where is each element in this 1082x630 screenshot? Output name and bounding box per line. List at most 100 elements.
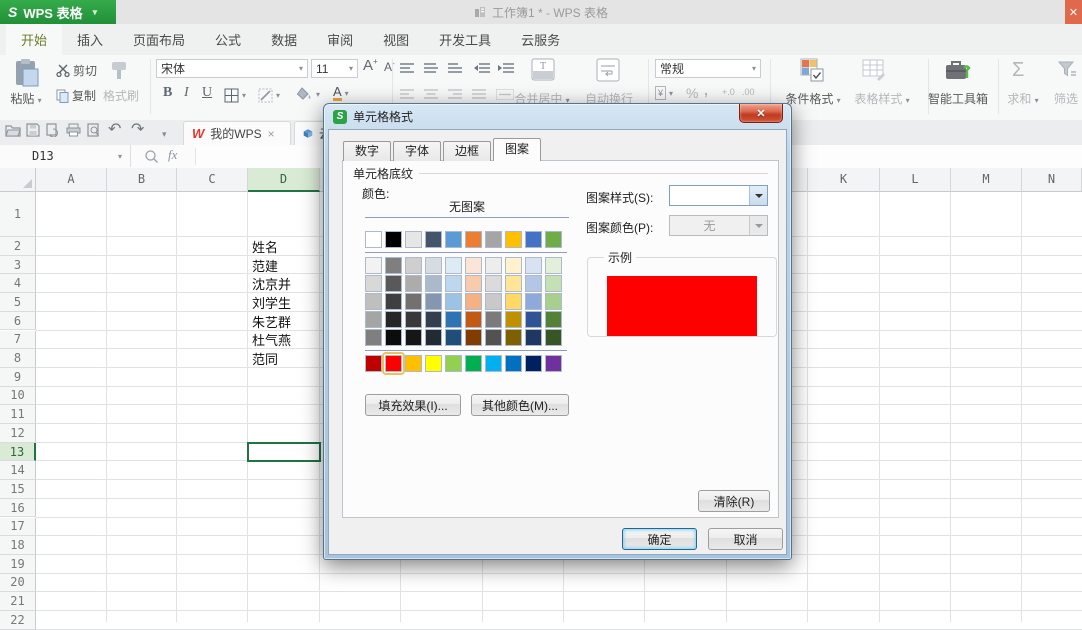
color-swatch-#7F7F7F[interactable] — [385, 257, 402, 274]
dialog-tab-数字[interactable]: 数字 — [343, 141, 391, 161]
font-size-select[interactable]: 11▾ — [311, 59, 358, 78]
color-swatch-#8496B0[interactable] — [425, 293, 442, 310]
color-swatch-#C5E0B3[interactable] — [545, 275, 562, 292]
column-header-B[interactable]: B — [107, 168, 177, 192]
color-swatch-#525252[interactable] — [485, 329, 502, 346]
ribbon-tab-视图[interactable]: 视图 — [368, 24, 424, 55]
color-swatch-#BF9000[interactable] — [505, 311, 522, 328]
color-swatch-#3A3838[interactable] — [405, 311, 422, 328]
cancel-button[interactable]: 取消 — [708, 528, 783, 550]
color-swatch-#ACB9CA[interactable] — [425, 275, 442, 292]
color-swatch-#D0CECE[interactable] — [405, 257, 422, 274]
ribbon-tab-审阅[interactable]: 审阅 — [312, 24, 368, 55]
ribbon-tab-云服务[interactable]: 云服务 — [506, 24, 575, 55]
color-swatch-#FFE598[interactable] — [505, 275, 522, 292]
filter-icon[interactable] — [1058, 60, 1076, 78]
percent-style-button[interactable]: % — [686, 85, 698, 101]
color-swatch-#FCE4D6[interactable] — [465, 257, 482, 274]
color-swatch-#2E74B5[interactable] — [445, 311, 462, 328]
row-header-12[interactable]: 12 — [0, 424, 36, 443]
color-swatch-#538135[interactable] — [545, 311, 562, 328]
format-painter-button[interactable]: 格式刷 — [103, 87, 139, 104]
wrap-text-icon[interactable] — [596, 58, 620, 82]
cell-D2[interactable]: 姓名 — [249, 237, 319, 256]
dialog-tab-图案[interactable]: 图案 — [493, 138, 541, 161]
column-header-D[interactable]: D — [248, 168, 320, 192]
color-swatch-#222A34[interactable] — [425, 329, 442, 346]
align-top-icon[interactable] — [400, 63, 414, 74]
color-swatch-#757070[interactable] — [405, 293, 422, 310]
underline-button[interactable]: U — [202, 85, 212, 101]
row-header-19[interactable]: 19 — [0, 555, 36, 574]
cell-D5[interactable]: 刘学生 — [249, 293, 319, 312]
row-header-6[interactable]: 6 — [0, 312, 36, 331]
sum-icon[interactable]: Σ — [1012, 59, 1024, 82]
align-center-icon[interactable] — [424, 89, 438, 100]
color-swatch-#7B7B7B[interactable] — [485, 311, 502, 328]
row-header-20[interactable]: 20 — [0, 574, 36, 593]
color-swatch-#262626[interactable] — [385, 311, 402, 328]
color-swatch-#5B9BD5[interactable] — [445, 231, 462, 248]
color-swatch-#1F3863[interactable] — [525, 329, 542, 346]
color-swatch-#B3C6E7[interactable] — [525, 275, 542, 292]
increase-font-icon[interactable]: A+ — [363, 57, 378, 74]
column-header-N[interactable]: N — [1022, 168, 1082, 192]
color-swatch-#9CC2E5[interactable] — [445, 293, 462, 310]
row-header-11[interactable]: 11 — [0, 405, 36, 424]
output-icon[interactable] — [45, 123, 60, 137]
color-swatch-#DBDBDB[interactable] — [485, 275, 502, 292]
row-header-3[interactable]: 3 — [0, 256, 36, 275]
customize-quickbar-icon[interactable]: ▾ — [162, 125, 167, 143]
doc-tab-my-wps[interactable]: W 我的WPS × — [183, 121, 291, 145]
row-header-14[interactable]: 14 — [0, 461, 36, 480]
row-header-18[interactable]: 18 — [0, 536, 36, 555]
column-header-C[interactable]: C — [177, 168, 248, 192]
dialog-tab-字体[interactable]: 字体 — [393, 141, 441, 161]
color-swatch-#E2EFDA[interactable] — [545, 257, 562, 274]
color-swatch-#F7CBAC[interactable] — [465, 275, 482, 292]
align-bottom-icon[interactable] — [448, 63, 462, 74]
row-header-15[interactable]: 15 — [0, 480, 36, 499]
row-header-2[interactable]: 2 — [0, 237, 36, 256]
color-swatch-#002060[interactable] — [525, 355, 542, 372]
ok-button[interactable]: 确定 — [622, 528, 697, 550]
print-preview-icon[interactable] — [86, 123, 101, 137]
color-swatch-#F4B183[interactable] — [465, 293, 482, 310]
cell-D4[interactable]: 沈京并 — [249, 274, 319, 293]
window-close-button[interactable]: ✕ — [1065, 0, 1082, 24]
color-swatch-#FFFF00[interactable] — [425, 355, 442, 372]
color-swatch-#3F3F3F[interactable] — [385, 293, 402, 310]
currency-format-button[interactable]: ¥ ▾ — [655, 86, 673, 100]
color-swatch-#44546A[interactable] — [425, 231, 442, 248]
decrease-font-icon[interactable]: A- — [384, 59, 395, 74]
color-swatch-#000000[interactable] — [385, 231, 402, 248]
row-header-8[interactable]: 8 — [0, 349, 36, 368]
color-swatch-#4472C4[interactable] — [525, 231, 542, 248]
zoom-formula-icon[interactable] — [144, 149, 159, 164]
color-swatch-#C45911[interactable] — [465, 311, 482, 328]
cell-D7[interactable]: 杜气燕 — [249, 331, 319, 350]
color-swatch-#EDEDED[interactable] — [485, 257, 502, 274]
decrease-indent-icon[interactable] — [474, 63, 490, 74]
paste-icon[interactable] — [10, 58, 42, 88]
italic-button[interactable]: I — [184, 85, 189, 101]
color-swatch-#A8D08D[interactable] — [545, 293, 562, 310]
selected-cell-D13[interactable] — [247, 442, 321, 463]
row-header-22[interactable]: 22 — [0, 611, 36, 630]
row-header-16[interactable]: 16 — [0, 499, 36, 518]
select-all-corner[interactable] — [0, 168, 36, 192]
color-swatch-#F2F2F2[interactable] — [365, 257, 382, 274]
ribbon-tab-数据[interactable]: 数据 — [256, 24, 312, 55]
more-colors-button[interactable]: 其他颜色(M)... — [471, 394, 569, 416]
row-header-17[interactable]: 17 — [0, 518, 36, 537]
color-swatch-#375623[interactable] — [545, 329, 562, 346]
paste-button[interactable]: 粘贴 ▾ — [0, 90, 52, 107]
row-header-5[interactable]: 5 — [0, 293, 36, 312]
color-swatch-#7030A0[interactable] — [545, 355, 562, 372]
row-header-21[interactable]: 21 — [0, 592, 36, 611]
row-header-1[interactable]: 1 — [0, 192, 36, 237]
color-swatch-#D6DCE4[interactable] — [425, 257, 442, 274]
close-tab-icon[interactable]: × — [268, 127, 275, 141]
ribbon-tab-插入[interactable]: 插入 — [62, 24, 118, 55]
color-swatch-#833C00[interactable] — [465, 329, 482, 346]
